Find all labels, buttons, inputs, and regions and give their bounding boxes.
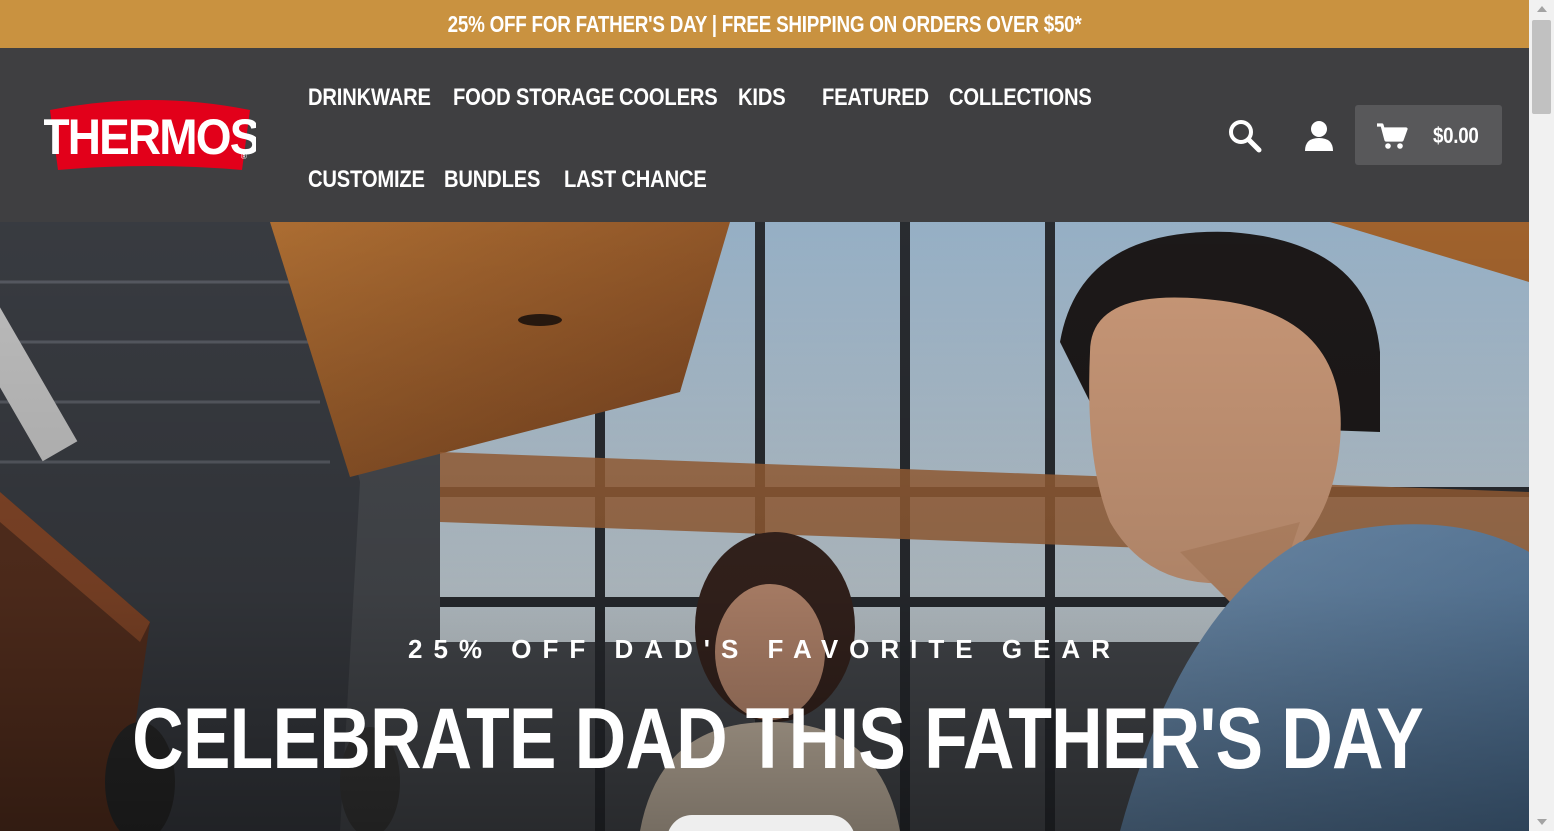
user-icon[interactable] (1304, 120, 1334, 152)
promo-banner[interactable]: 25% OFF FOR FATHER'S DAY | FREE SHIPPING… (0, 0, 1529, 48)
cart-total: $0.00 (1433, 123, 1479, 148)
hero-banner[interactable]: 25% OFF DAD'S FAVORITE GEAR CELEBRATE DA… (0, 222, 1529, 831)
logo-badge: THERMOS ® (41, 100, 261, 170)
scroll-thumb[interactable] (1532, 20, 1551, 114)
svg-text:®: ® (241, 152, 247, 161)
nav-item-collections[interactable]: COLLECTIONS (949, 84, 1092, 112)
search-icon[interactable] (1228, 119, 1262, 153)
nav-item-featured[interactable]: FEATURED (822, 84, 929, 112)
svg-text:THERMOS: THERMOS (44, 110, 256, 165)
page: 25% OFF FOR FATHER'S DAY | FREE SHIPPING… (0, 0, 1529, 831)
hero-cta-button[interactable] (667, 815, 855, 831)
cart-button[interactable]: $0.00 (1355, 105, 1502, 165)
nav-item-food-storage[interactable]: FOOD STORAGE (453, 84, 614, 112)
nav-item-coolers[interactable]: COOLERS (619, 84, 718, 112)
scrollbar[interactable] (1529, 0, 1554, 831)
hero-eyebrow: 25% OFF DAD'S FAVORITE GEAR (408, 634, 1121, 664)
cart-icon (1377, 123, 1408, 149)
scroll-up-arrow-icon[interactable] (1537, 6, 1547, 12)
hero-title: CELEBRATE DAD THIS FATHER'S DAY (0, 690, 1529, 789)
nav-item-bundles[interactable]: BUNDLES (444, 166, 540, 194)
thermos-logo[interactable]: THERMOS ® (41, 96, 261, 176)
nav-item-kids[interactable]: KIDS (738, 84, 786, 112)
promo-text: 25% OFF FOR FATHER'S DAY | FREE SHIPPING… (447, 10, 1082, 37)
scroll-down-arrow-icon[interactable] (1537, 819, 1547, 825)
hero-title-text: CELEBRATE DAD THIS FATHER'S DAY (132, 691, 1424, 787)
nav-item-drinkware[interactable]: DRINKWARE (308, 84, 431, 112)
nav-item-customize[interactable]: CUSTOMIZE (308, 166, 425, 194)
site-header: THERMOS ® DRINKWARE FOOD STORAGE COOLERS… (0, 48, 1529, 222)
nav-item-last-chance[interactable]: LAST CHANCE (564, 166, 707, 194)
